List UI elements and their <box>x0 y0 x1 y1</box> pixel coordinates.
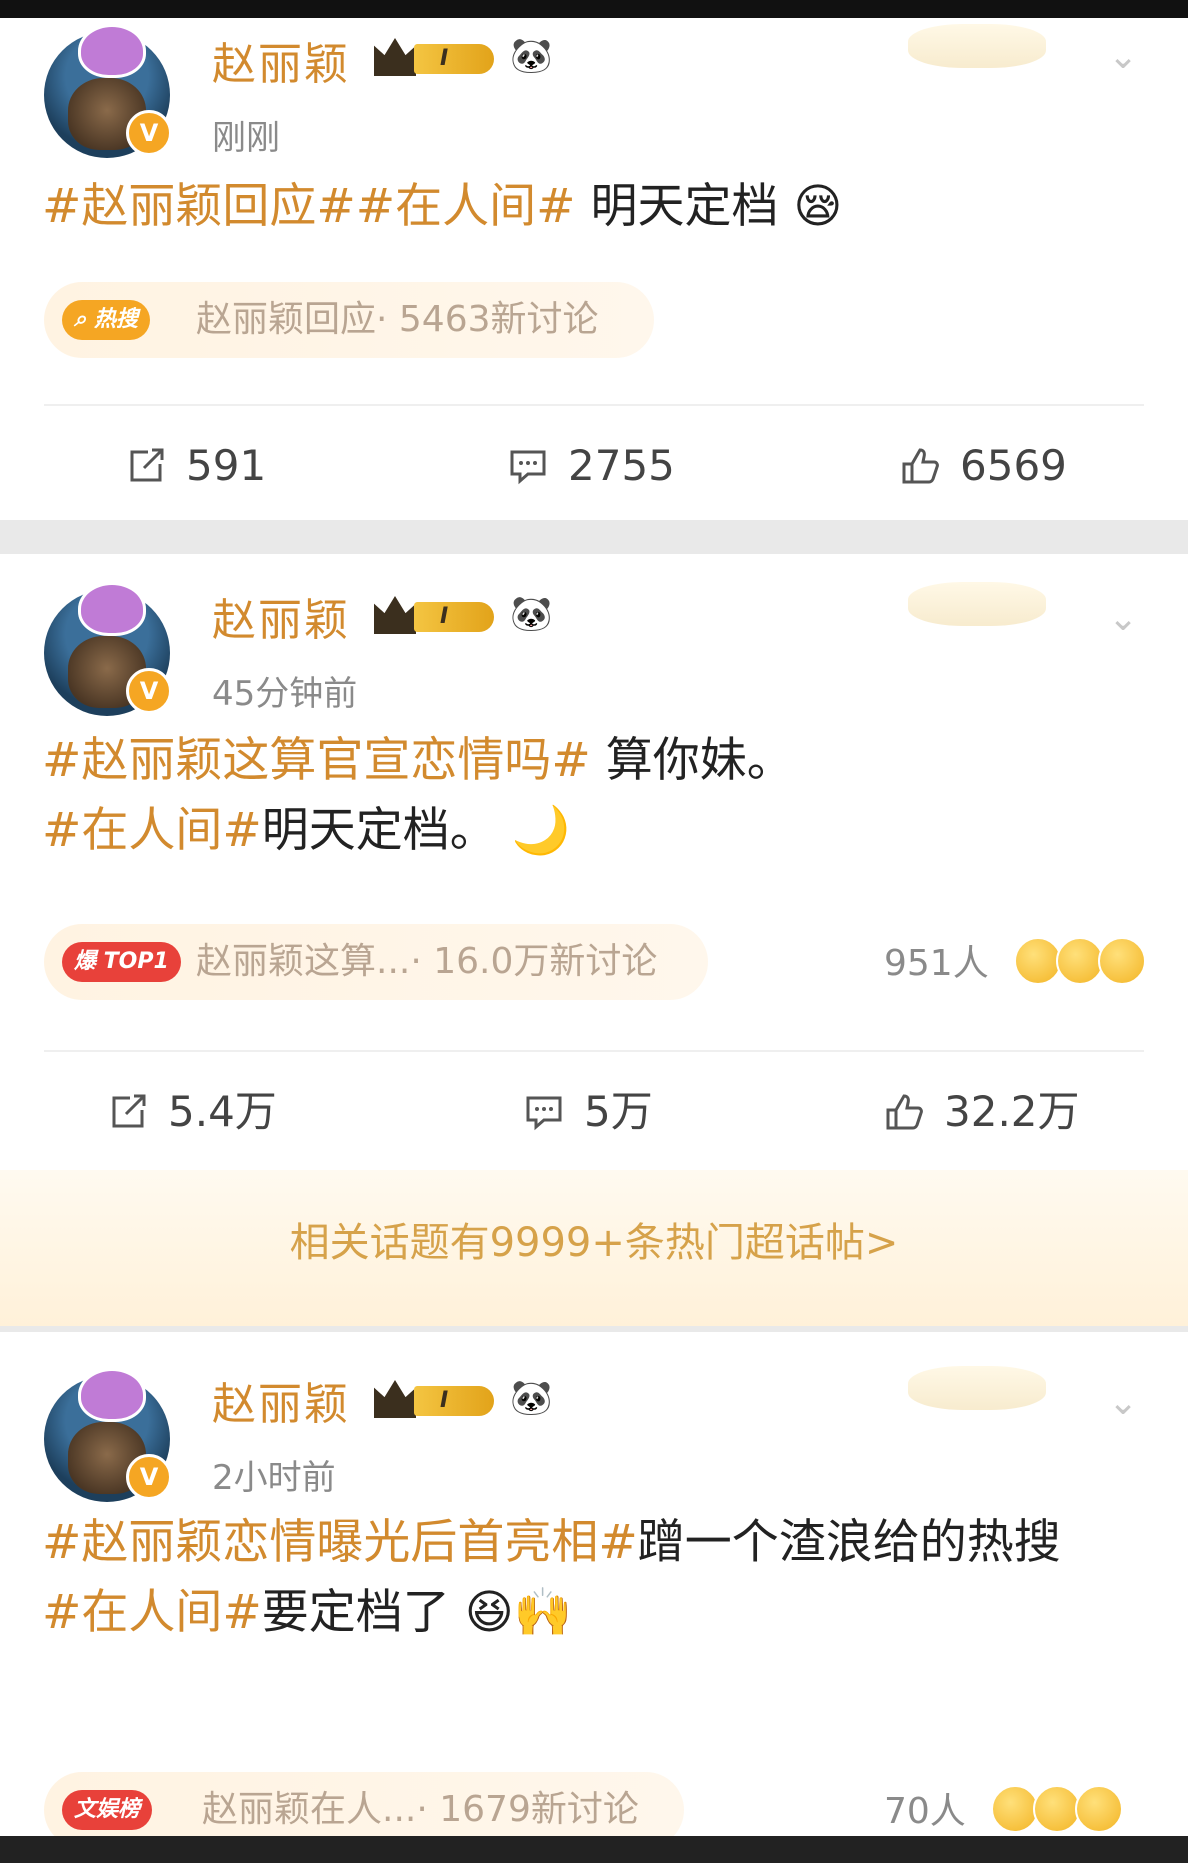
hot-search-badge: ⌕ 热搜 <box>62 300 150 340</box>
repost-icon <box>130 448 164 482</box>
post-body-text: 明天定档。 <box>261 803 497 858</box>
repost-button[interactable]: 591 <box>126 436 266 496</box>
post-text: #赵丽颖回应##在人间# 明天定档 😪 <box>42 172 1152 242</box>
post-line: #赵丽颖这算官宣恋情吗# 算你妹。 <box>42 726 1152 796</box>
author-name[interactable]: 赵丽颖 <box>212 584 350 648</box>
verified-badge-icon: V <box>126 668 172 714</box>
reaction-count: 70人 <box>884 1791 966 1832</box>
post-text: #赵丽颖这算官宣恋情吗# 算你妹。 #在人间#明天定档。 🌙 <box>42 726 1152 866</box>
divider <box>44 404 1144 406</box>
comment-button[interactable]: 5万 <box>524 1082 653 1142</box>
search-icon: ⌕ <box>74 307 94 332</box>
repost-icon <box>112 1094 146 1128</box>
reaction-face-icon <box>991 1785 1040 1833</box>
reaction-summary[interactable]: 70人 <box>884 1782 1124 1834</box>
status-bar <box>0 0 1188 18</box>
chevron-down-icon[interactable]: ⌄ <box>1108 39 1154 75</box>
avatar[interactable]: V <box>44 582 172 716</box>
panda-icon: 🐼 <box>510 1378 553 1418</box>
hashtag[interactable]: #在人间# <box>42 803 262 858</box>
avatar-decoration <box>78 582 146 636</box>
reaction-face-icon <box>1075 1785 1124 1833</box>
post-time: 刚刚 <box>212 118 280 158</box>
reaction-summary[interactable]: 951人 <box>884 934 1147 986</box>
repost-count: 591 <box>186 441 267 490</box>
hot-discussion-count: · 1679新讨论 <box>416 1789 639 1830</box>
like-count: 32.2万 <box>944 1087 1080 1136</box>
laughing-face-icon <box>1056 937 1105 985</box>
emoji-icon: 😪 <box>778 179 843 234</box>
post-line: #赵丽颖恋情曝光后首亮相#蹭一个渣浪给的热搜 <box>42 1508 1152 1578</box>
vip-crown-icon[interactable]: I <box>374 34 498 80</box>
related-topics-banner[interactable]: 相关话题有9999+条热门超话帖> <box>0 1170 1188 1326</box>
emoji-icon: 😆🙌 <box>449 1585 573 1640</box>
hot-search-bar[interactable]: ⌕ 热搜 赵丽颖回应· 5463新讨论 <box>44 282 654 358</box>
comment-button[interactable]: 2755 <box>508 436 675 496</box>
hashtag[interactable]: #在人间# <box>356 179 576 234</box>
vip-crown-icon[interactable]: I <box>374 1376 498 1422</box>
weibo-post-2[interactable]: V 赵丽颖 I 🐼 45分钟前 ⌄ #赵丽颖这算官宣恋情吗# 算你妹。 #在人间… <box>0 554 1188 1170</box>
cropped-footer <box>0 1836 1188 1863</box>
verified-badge-icon: V <box>126 110 172 156</box>
author-name[interactable]: 赵丽颖 <box>212 28 350 92</box>
repost-button[interactable]: 5.4万 <box>108 1082 277 1142</box>
author-name[interactable]: 赵丽颖 <box>212 1368 350 1432</box>
post-time: 45分钟前 <box>212 674 358 714</box>
post-line: #在人间#明天定档。 🌙 <box>42 796 1152 866</box>
comment-icon <box>526 1096 562 1131</box>
entertainment-list-badge: 文娱榜 <box>62 1790 153 1830</box>
panda-icon: 🐼 <box>510 594 553 634</box>
emoji-icon: 🌙 <box>496 803 571 858</box>
like-count: 6569 <box>960 441 1067 490</box>
repost-count: 5.4万 <box>168 1087 277 1136</box>
avatar[interactable]: V <box>44 24 172 158</box>
post-time: 2小时前 <box>212 1458 336 1498</box>
post-line: #在人间#要定档了 😆🙌 <box>42 1578 1152 1648</box>
hot-topic: 赵丽颖回应· 5463新讨论 <box>196 299 599 340</box>
panda-icon: 🐼 <box>510 36 553 76</box>
hashtag[interactable]: #赵丽颖恋情曝光后首亮相# <box>42 1515 638 1570</box>
weibo-post-1[interactable]: V 赵丽颖 I 🐼 刚刚 ⌄ #赵丽颖回应##在人间# 明天定档 😪 ⌕ 热搜 … <box>0 18 1188 520</box>
divider <box>44 1050 1144 1052</box>
reaction-face-icon <box>1033 1785 1082 1833</box>
card-decoration <box>908 24 1046 68</box>
avatar[interactable]: V <box>44 1368 172 1502</box>
hot-discussion-count: · 16.0万新讨论 <box>410 941 658 982</box>
hashtag[interactable]: #赵丽颖这算官宣恋情吗# <box>42 733 591 788</box>
weibo-post-3[interactable]: V 赵丽颖 I 🐼 2小时前 ⌄ #赵丽颖恋情曝光后首亮相#蹭一个渣浪给的热搜 … <box>0 1332 1188 1848</box>
post-body-text: 蹭一个渣浪给的热搜 <box>637 1515 1061 1570</box>
thumbs-up-icon <box>902 448 939 484</box>
hashtag[interactable]: #赵丽颖回应# <box>42 179 356 234</box>
post-body-text: 明天定档 <box>575 179 779 234</box>
verified-badge-icon: V <box>126 1454 172 1500</box>
avatar-decoration <box>78 24 146 78</box>
hot-discussion-count: · 5463新讨论 <box>376 299 599 340</box>
hashtag[interactable]: #在人间# <box>42 1585 262 1640</box>
surprised-face-icon <box>1014 937 1063 985</box>
card-decoration <box>908 582 1046 626</box>
like-button[interactable]: 6569 <box>900 436 1067 496</box>
post-body-text: 算你妹。 <box>590 733 794 788</box>
comment-count: 5万 <box>584 1087 653 1136</box>
comment-count: 2755 <box>568 441 675 490</box>
card-decoration <box>908 1366 1046 1410</box>
like-button[interactable]: 32.2万 <box>884 1082 1080 1142</box>
related-topics-link[interactable]: 相关话题有9999+条热门超话帖> <box>0 1210 1188 1268</box>
grinning-face-icon <box>1098 937 1147 985</box>
thumbs-up-icon <box>886 1094 923 1130</box>
chevron-down-icon[interactable]: ⌄ <box>1108 601 1154 637</box>
top1-badge: 爆 TOP1 <box>62 942 181 982</box>
avatar-decoration <box>78 1368 146 1422</box>
reaction-count: 951人 <box>884 943 989 984</box>
post-body-text: 要定档了 <box>261 1585 450 1640</box>
post-text: #赵丽颖恋情曝光后首亮相#蹭一个渣浪给的热搜 #在人间#要定档了 😆🙌 <box>42 1508 1152 1648</box>
hot-topic: 赵丽颖这算...· 16.0万新讨论 <box>196 941 658 982</box>
hot-topic: 赵丽颖在人...· 1679新讨论 <box>202 1789 639 1830</box>
chevron-down-icon[interactable]: ⌄ <box>1108 1385 1154 1421</box>
vip-crown-icon[interactable]: I <box>374 592 498 638</box>
comment-icon <box>510 450 546 485</box>
hot-search-bar[interactable]: 爆 TOP1 赵丽颖这算...· 16.0万新讨论 <box>44 924 708 1000</box>
